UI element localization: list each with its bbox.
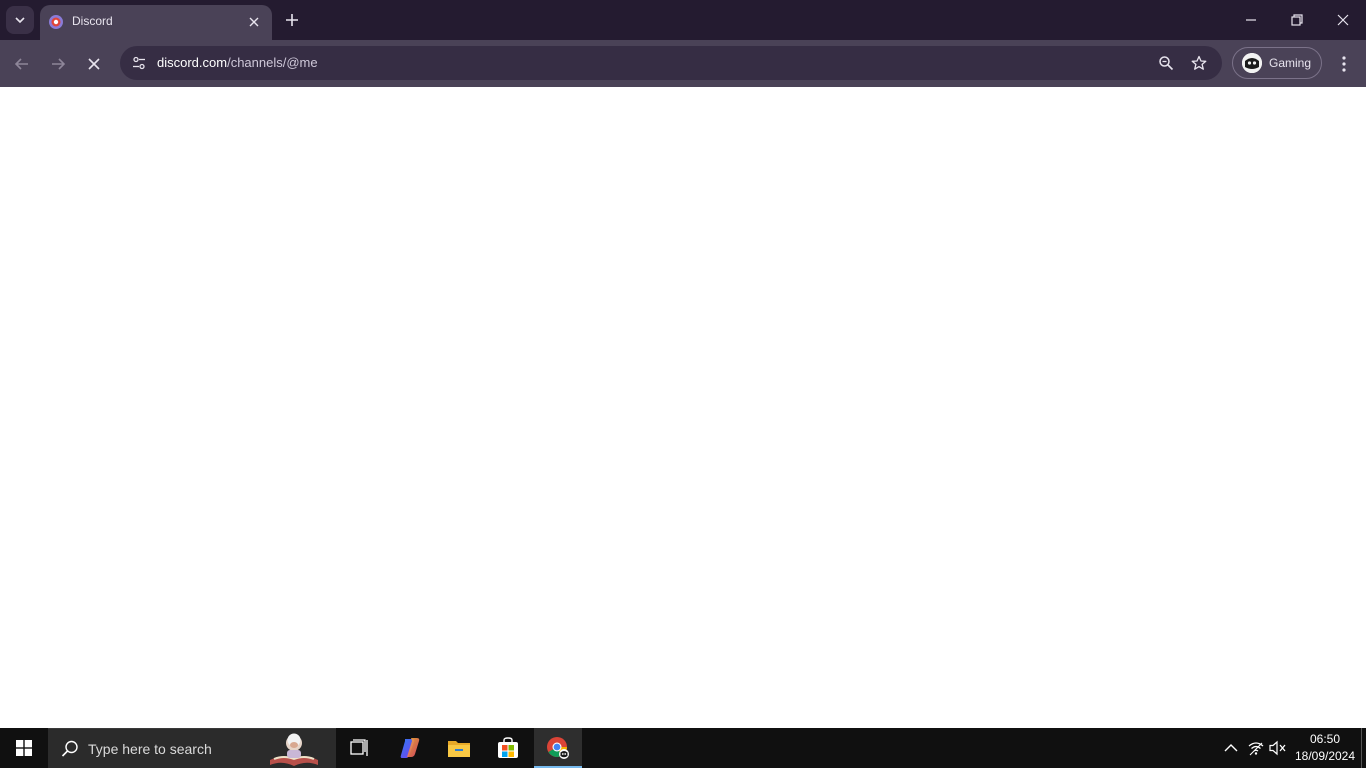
restore-button[interactable]: [1274, 0, 1320, 40]
tune-icon: [133, 56, 145, 70]
zoom-icon: [1159, 56, 1174, 71]
tab-close-button[interactable]: [244, 12, 264, 32]
taskbar-file-explorer[interactable]: [435, 728, 483, 768]
taskbar-clock[interactable]: 06:50 18/09/2024: [1290, 731, 1360, 765]
taskbar-copilot[interactable]: [386, 728, 434, 768]
show-desktop-button[interactable]: [1361, 728, 1366, 768]
close-icon: [88, 58, 100, 70]
page-content: [0, 87, 1366, 728]
address-bar[interactable]: discord.com/channels/@me: [120, 46, 1222, 80]
forward-button[interactable]: [43, 49, 73, 79]
copilot-icon: [400, 738, 420, 758]
zoom-button[interactable]: [1154, 51, 1178, 75]
chrome-icon: [547, 737, 569, 759]
arrow-left-icon: [14, 58, 28, 70]
tab-search-button[interactable]: [6, 6, 34, 34]
taskbar-search-box[interactable]: Type here to search: [48, 728, 336, 768]
volume-muted-icon: [1269, 740, 1286, 756]
minimize-icon: [1246, 19, 1256, 21]
search-highlight-icon[interactable]: [266, 730, 322, 768]
close-icon: [1337, 14, 1349, 26]
arrow-right-icon: [52, 58, 66, 70]
browser-menu-button[interactable]: [1332, 49, 1356, 79]
network-icon: [1248, 742, 1264, 756]
url-host: discord.com: [157, 55, 228, 70]
minimize-button[interactable]: [1228, 0, 1274, 40]
new-tab-button[interactable]: [280, 8, 304, 32]
chevron-up-icon: [1224, 744, 1238, 752]
site-info-button[interactable]: [126, 50, 152, 76]
close-icon: [249, 17, 259, 27]
back-button[interactable]: [7, 49, 37, 79]
search-icon: [61, 740, 78, 757]
profile-name: Gaming: [1269, 56, 1312, 70]
tab-title: Discord: [72, 14, 113, 28]
stop-loading-button[interactable]: [79, 49, 109, 79]
taskbar: Type here to search 06:50 18/09/2024: [0, 728, 1366, 768]
restore-icon: [1291, 14, 1303, 26]
chevron-down-icon: [15, 17, 25, 24]
task-view-icon: [350, 739, 368, 756]
url-path: /channels/@me: [227, 55, 318, 70]
search-placeholder: Type here to search: [88, 741, 212, 757]
tab-discord[interactable]: Discord: [40, 5, 272, 40]
browser-toolbar: discord.com/channels/@me Gaming: [0, 40, 1366, 87]
kebab-icon: [1342, 56, 1346, 72]
taskbar-chrome[interactable]: [534, 728, 582, 768]
start-button[interactable]: [0, 728, 48, 768]
clock-time: 06:50: [1309, 732, 1341, 746]
store-icon: [498, 737, 518, 758]
task-view-button[interactable]: [336, 728, 384, 768]
profile-button[interactable]: Gaming: [1232, 47, 1322, 79]
close-window-button[interactable]: [1320, 0, 1366, 40]
plus-icon: [286, 14, 298, 26]
tab-strip: Discord: [0, 0, 1366, 40]
windows-icon: [16, 740, 32, 756]
folder-icon: [448, 741, 470, 757]
taskbar-store[interactable]: [484, 728, 532, 768]
tray-volume-button[interactable]: [1268, 738, 1288, 758]
discord-favicon: [49, 15, 63, 29]
url-text[interactable]: discord.com/channels/@me: [157, 55, 318, 70]
star-icon: [1191, 55, 1207, 70]
clock-date: 18/09/2024: [1294, 749, 1356, 763]
avatar: [1242, 53, 1262, 73]
bookmark-button[interactable]: [1187, 51, 1211, 75]
tray-overflow-button[interactable]: [1221, 738, 1241, 758]
tray-network-button[interactable]: [1246, 738, 1266, 758]
